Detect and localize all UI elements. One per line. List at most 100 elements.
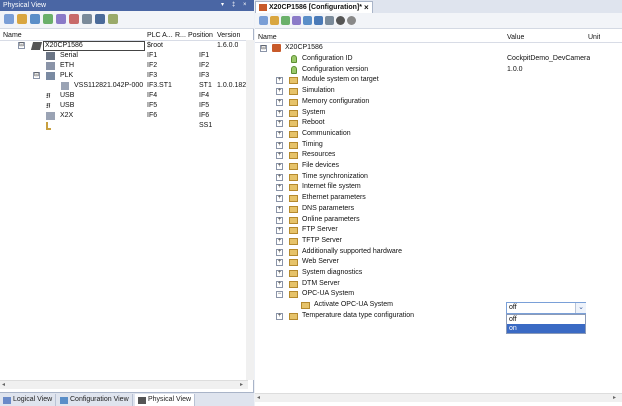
config-row[interactable]: + TFTP Server	[255, 236, 622, 247]
expand-icon[interactable]: +	[276, 120, 283, 128]
sort-ascending-icon[interactable]	[303, 16, 312, 25]
config-row[interactable]: + Resources	[255, 150, 622, 161]
settings-icon[interactable]	[108, 14, 118, 24]
horizontal-scrollbar[interactable]: ◂ ▸	[0, 380, 248, 389]
column-unit[interactable]: Unit	[588, 32, 600, 43]
expand-icon[interactable]: +	[276, 98, 283, 106]
tree-row[interactable]: ETH IF2 IF2	[0, 61, 246, 71]
tree-row[interactable]: Serial IF1 IF1	[0, 51, 246, 61]
expand-icon[interactable]: +	[276, 205, 283, 213]
opc-ua-activate-select[interactable]: off ⌄	[506, 302, 586, 314]
pin-icon[interactable]: ‡	[232, 0, 235, 11]
tree-row[interactable]: ⭿ USB IF5 IF5	[0, 101, 246, 111]
tree-row[interactable]: X2X IF6 IF6	[0, 111, 246, 121]
tab-configuration-view[interactable]: Configuration View	[57, 394, 133, 406]
config-row[interactable]: + File devices	[255, 161, 622, 172]
option-on[interactable]: on	[507, 324, 585, 333]
tools-icon[interactable]	[82, 14, 92, 24]
tab-physical-view[interactable]: Physical View	[135, 394, 196, 406]
sort-descending-icon[interactable]	[314, 16, 323, 25]
expand-icon[interactable]: +	[276, 248, 283, 256]
expand-icon[interactable]: +	[276, 163, 283, 170]
expand-icon[interactable]: +	[276, 227, 283, 235]
config-row[interactable]: + Memory configuration	[255, 97, 622, 108]
config-row[interactable]: Configuration version 1.0.0	[255, 65, 622, 76]
tree-row[interactable]: SS1	[0, 121, 246, 131]
expand-icon[interactable]: +	[276, 130, 283, 138]
expand-icon[interactable]	[270, 16, 279, 25]
scroll-left-icon[interactable]: ◂	[2, 381, 5, 390]
expand-icon[interactable]: +	[276, 109, 283, 117]
panel-menu-icon[interactable]: ▾	[221, 0, 224, 11]
hardware-icon[interactable]	[95, 14, 105, 24]
config-row[interactable]: + Reboot	[255, 118, 622, 129]
tree-row[interactable]: ⊟ X20CP1586 $root 1.6.0.0	[0, 41, 246, 51]
io-mapping-icon[interactable]	[56, 14, 66, 24]
configuration-icon[interactable]	[30, 14, 40, 24]
config-value[interactable]: CockpitDemo_DevCamera	[507, 54, 590, 65]
tab-configuration[interactable]: X20CP1586 [Configuration]* ×	[255, 1, 373, 13]
config-row[interactable]: + Online parameters	[255, 215, 622, 226]
settings-icon[interactable]	[336, 16, 345, 25]
config-row[interactable]: + Additionally supported hardware	[255, 247, 622, 258]
tab-logical-view[interactable]: Logical View	[0, 394, 57, 406]
config-row[interactable]: + DNS parameters	[255, 204, 622, 215]
column-position[interactable]: Position	[188, 30, 216, 41]
config-row[interactable]: + Module system on target	[255, 75, 622, 86]
expand-icon[interactable]: +	[276, 237, 283, 245]
filter-icon[interactable]	[292, 16, 301, 25]
config-row[interactable]: + System diagnostics	[255, 268, 622, 279]
column-name[interactable]: Name	[3, 30, 22, 41]
tree-row[interactable]: ⭿ USB IF4 IF4	[0, 91, 246, 101]
expand-icon[interactable]: +	[276, 195, 283, 203]
config-row[interactable]: + Communication	[255, 129, 622, 140]
expand-icon[interactable]: +	[276, 88, 283, 96]
expand-icon[interactable]: +	[276, 152, 283, 160]
config-row[interactable]: + FTP Server	[255, 225, 622, 236]
expand-icon[interactable]: +	[276, 216, 283, 224]
add-device-icon[interactable]	[43, 14, 53, 24]
scroll-right-icon[interactable]: ▸	[613, 394, 616, 403]
column-plc-address[interactable]: PLC A...	[147, 30, 173, 41]
collapse-all-icon[interactable]	[281, 16, 290, 25]
config-row[interactable]: + Ethernet parameters	[255, 193, 622, 204]
expand-icon[interactable]: +	[276, 77, 283, 85]
config-value[interactable]: 1.0.0	[507, 65, 523, 76]
config-row[interactable]: Configuration ID CockpitDemo_DevCamera	[255, 54, 622, 65]
horizontal-scrollbar[interactable]: ◂ ▸	[255, 393, 622, 402]
tree-row[interactable]: VSS112821.042P-000 IF3.ST1 ST1 1.0.0.182	[0, 81, 246, 91]
close-icon[interactable]: ×	[243, 0, 247, 11]
open-icon[interactable]	[17, 14, 27, 24]
expand-icon[interactable]: +	[276, 141, 283, 149]
find-icon[interactable]	[325, 16, 334, 25]
vertical-scrollbar[interactable]	[246, 40, 254, 380]
column-r[interactable]: R...	[175, 30, 186, 41]
config-row[interactable]: + Time synchronization	[255, 172, 622, 183]
config-row[interactable]: + DTM Server	[255, 279, 622, 290]
config-row[interactable]: + Web Server	[255, 257, 622, 268]
expand-icon[interactable]: +	[276, 184, 283, 192]
expand-icon[interactable]: +	[276, 312, 283, 320]
expand-icon[interactable]: +	[276, 280, 283, 288]
config-row[interactable]: + Simulation	[255, 86, 622, 97]
column-version[interactable]: Version	[217, 30, 246, 41]
expand-icon[interactable]: +	[276, 270, 283, 277]
close-icon[interactable]: ×	[364, 2, 369, 13]
delete-icon[interactable]	[69, 14, 79, 24]
option-off[interactable]: off	[507, 315, 585, 324]
config-row[interactable]: + Timing	[255, 140, 622, 151]
collapse-icon[interactable]: ⊟	[18, 42, 25, 49]
tree-row[interactable]: ⊟ PLK IF3 IF3	[0, 71, 246, 81]
column-value[interactable]: Value	[507, 32, 524, 43]
chevron-down-icon[interactable]: ⌄	[575, 303, 586, 313]
new-icon[interactable]	[259, 16, 268, 25]
config-row[interactable]: + System	[255, 108, 622, 119]
properties-icon[interactable]	[4, 14, 14, 24]
collapse-icon[interactable]: ⊟	[33, 72, 40, 79]
options-icon[interactable]	[347, 16, 356, 25]
scroll-right-icon[interactable]: ▸	[240, 381, 243, 390]
scroll-left-icon[interactable]: ◂	[257, 394, 260, 403]
expand-icon[interactable]: +	[276, 173, 283, 181]
expand-icon[interactable]: +	[276, 259, 283, 267]
config-row[interactable]: − OPC-UA System	[255, 289, 622, 300]
